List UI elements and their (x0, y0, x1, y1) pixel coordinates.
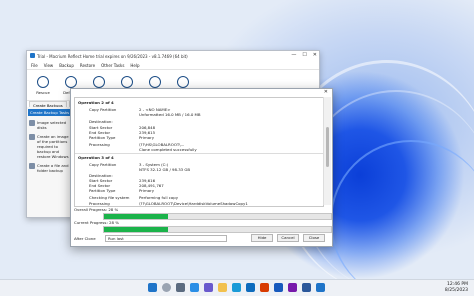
office-icon[interactable] (260, 283, 269, 292)
rescue-button[interactable]: Rescue (33, 75, 53, 95)
close-button[interactable]: Close (303, 234, 325, 242)
word-icon[interactable] (274, 283, 283, 292)
rescue-label: Rescue (36, 89, 50, 95)
log-key: Copy Partition (89, 107, 117, 112)
clock-date: 8/25/2023 (444, 287, 468, 293)
windows-icon (29, 134, 35, 140)
sidebar: Create Backup Tasks Image selected disks… (27, 107, 74, 217)
task-label: Create an image of the partitions requir… (37, 134, 69, 159)
menu-file[interactable]: File (31, 63, 38, 68)
sidebar-task[interactable]: Image selected disks (29, 120, 71, 130)
title-bar[interactable]: Trial - Macrium Reflect Home trial expir… (27, 51, 319, 61)
overall-progress-text: Overall Progress (74, 207, 106, 212)
log-scrollbar[interactable] (323, 97, 331, 205)
taskbar: 12:46 PM 8/25/2023 (0, 279, 474, 296)
log-key: Checking file system (89, 195, 130, 200)
log-value: NTFS 32.12 GB / 98.33 GB (139, 167, 191, 172)
menu-other-tasks[interactable]: Other Tasks (101, 63, 124, 68)
menu-restore[interactable]: Restore (80, 63, 95, 68)
widgets-icon[interactable] (190, 283, 199, 292)
after-clone-label: After Clone (74, 236, 96, 241)
task-label: Image selected disks (37, 120, 67, 130)
outlook-icon[interactable] (302, 283, 311, 292)
folder-icon (29, 163, 35, 169)
task-view-icon[interactable] (176, 283, 185, 292)
current-progress-fill (104, 227, 168, 232)
log-value: Unformatted 16.0 MB / 16.0 MB (139, 112, 201, 117)
sidebar-task[interactable]: Create a file and folder backup (29, 163, 71, 173)
edge-icon[interactable] (232, 283, 241, 292)
scrollbar-thumb[interactable] (326, 127, 329, 167)
app-logo-icon (30, 53, 35, 58)
log-value: \??\GLOBALROOT\Device\HarddiskVolumeShad… (139, 201, 248, 206)
dialog-title-bar[interactable]: ✕ (71, 89, 332, 96)
dialog-close-icon[interactable]: ✕ (324, 89, 328, 95)
clock-time: 12:46 PM (447, 282, 468, 287)
log-value: Primary (139, 188, 155, 193)
sidebar-task[interactable]: Create an image of the partitions requir… (29, 134, 71, 159)
minimize-button[interactable]: — (291, 52, 296, 58)
current-progress-text: Current Progress (74, 220, 107, 225)
clock[interactable]: 12:46 PM 8/25/2023 (445, 282, 468, 293)
hide-button[interactable]: Hide (251, 234, 273, 242)
start-icon[interactable] (148, 283, 157, 292)
onenote-icon[interactable] (288, 283, 297, 292)
log-separator (75, 153, 323, 154)
macrium-icon[interactable] (316, 283, 325, 292)
search-icon[interactable] (162, 283, 171, 292)
overall-progress-fill (104, 214, 168, 219)
log-value: Performing full copy (139, 195, 179, 200)
update-icon (93, 75, 105, 88)
log-value: Clone completed successfully (139, 147, 197, 152)
log-key: Partition Type (89, 135, 116, 140)
cancel-button[interactable]: Cancel (277, 234, 299, 242)
operation-heading: Operation 3 of 4 (78, 155, 114, 160)
log-value: Primary (139, 135, 155, 140)
window-title: Trial - Macrium Reflect Home trial expir… (37, 53, 188, 59)
after-clone-select[interactable]: Run last (105, 235, 227, 242)
clone-progress-dialog: ✕ Operation 2 of 4 Copy Partition 2 - <NO… (70, 88, 333, 247)
buy-icon (177, 75, 189, 88)
overall-progress-value: 28 % (108, 207, 119, 212)
rescue-icon (37, 75, 49, 88)
menu-help[interactable]: Help (130, 63, 139, 68)
operation-log[interactable]: Operation 2 of 4 Copy Partition 2 - <NO N… (74, 97, 324, 207)
support-icon (149, 75, 161, 88)
close-window-button[interactable]: ✕ (313, 52, 317, 58)
disk-icon (29, 120, 35, 126)
current-progress-label: Current Progress: 28 % (74, 220, 119, 225)
menu-backup[interactable]: Backup (59, 63, 74, 68)
file-explorer-icon[interactable] (218, 283, 227, 292)
log-key: Processing (89, 142, 110, 147)
log-key: Processing (89, 201, 110, 206)
log-key: Partition Type (89, 188, 116, 193)
operation-heading: Operation 2 of 4 (78, 100, 114, 105)
log-key: Destination: (89, 119, 113, 124)
teams-icon[interactable] (204, 283, 213, 292)
defaults-icon (65, 75, 77, 88)
task-label: Create a file and folder backup (37, 163, 69, 173)
log-key: Copy Partition (89, 162, 117, 167)
current-progress-value: 28 % (109, 220, 119, 225)
menu-bar: File View Backup Restore Other Tasks Hel… (27, 61, 319, 70)
licensing-icon (121, 75, 133, 88)
maximize-button[interactable]: ☐ (302, 52, 306, 58)
overall-progress-bar (103, 213, 332, 220)
overall-progress-label: Overall Progress: 28 % (74, 207, 119, 212)
menu-view[interactable]: View (44, 63, 54, 68)
current-progress-bar (103, 226, 332, 233)
store-icon[interactable] (246, 283, 255, 292)
sidebar-selected-item[interactable]: Create Backup Tasks (28, 109, 72, 116)
